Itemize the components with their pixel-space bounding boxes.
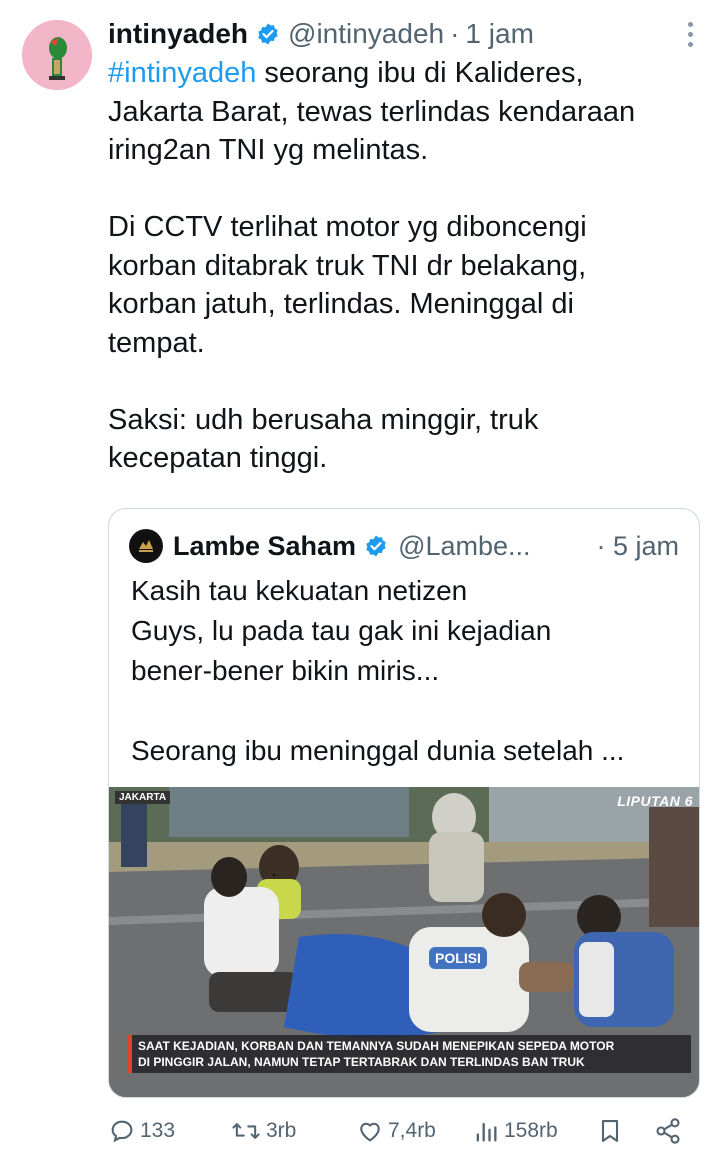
quote-author-name[interactable]: Lambe Saham xyxy=(173,531,356,562)
quote-line: Seorang ibu meninggal dunia setelah ... xyxy=(131,735,625,766)
reply-count: 133 xyxy=(140,1119,176,1142)
quote-line: bener-bener bikin miris... xyxy=(131,655,440,686)
channel-logo: LIPUTAN 6 xyxy=(617,793,693,809)
tweet-line: Jakarta Barat, tewas terlindas kendaraan xyxy=(108,95,636,128)
tweet-header: intinyadeh @intinyadeh · 1 jam xyxy=(108,14,680,54)
tweet-line: #intinyadeh seorang ibu di Kalideres, xyxy=(108,54,708,93)
quote-media-image[interactable]: POLISI JAKARTA LIPUTAN 6 SAAT KEJADIAN, … xyxy=(109,787,699,1097)
bookmark-icon xyxy=(601,1120,619,1142)
tweet-line: Saksi: udh berusaha minggir, truk xyxy=(108,403,539,436)
quote-line: Guys, lu pada tau gak ini kejadian xyxy=(131,615,552,646)
caption-line: SAAT KEJADIAN, KORBAN DAN TEMANNYA SUDAH… xyxy=(138,1039,615,1053)
news-caption: SAAT KEJADIAN, KORBAN DAN TEMANNYA SUDAH… xyxy=(127,1035,691,1073)
tweet-line: iring2an TNI yg melintas. xyxy=(108,134,429,166)
quote-body: Kasih tau kekuatan netizen Guys, lu pada… xyxy=(131,571,691,771)
separator-dot: · xyxy=(596,530,606,561)
action-bar: 133 3rb 7,4rb 158rb xyxy=(108,1112,698,1150)
verified-badge-icon xyxy=(258,23,278,45)
share-icon xyxy=(656,1118,680,1144)
quote-time: · 5 jam xyxy=(596,531,679,562)
retweet-icon xyxy=(232,1123,260,1139)
tweet-line-text: seorang ibu di Kalideres, xyxy=(256,57,584,89)
tweet-line: korban jatuh, terlindas. Meninggal di xyxy=(108,288,574,320)
like-icon xyxy=(360,1122,380,1142)
quote-author-handle[interactable]: @Lambe... xyxy=(398,531,530,562)
quote-line: Kasih tau kekuatan netizen xyxy=(131,575,468,606)
hashtag-link[interactable]: #intinyadeh xyxy=(108,57,256,89)
quote-avatar[interactable] xyxy=(129,529,163,563)
quote-tweet-card[interactable]: Lambe Saham @Lambe... · 5 jam Kasih tau … xyxy=(108,508,700,1098)
caption-line: DI PINGGIR JALAN, NAMUN TETAP TERTABRAK … xyxy=(138,1055,585,1069)
separator-dot: · xyxy=(450,18,460,49)
tweet-time[interactable]: 1 jam xyxy=(465,18,533,50)
vest-label: POLISI xyxy=(435,950,481,966)
more-icon[interactable] xyxy=(688,22,694,47)
tweet-body: #intinyadeh seorang ibu di Kalideres, Ja… xyxy=(108,54,708,478)
retweet-button[interactable]: 3rb xyxy=(230,1117,296,1145)
reply-icon xyxy=(111,1120,133,1143)
retweet-count: 3rb xyxy=(266,1119,297,1142)
views-icon xyxy=(476,1122,497,1142)
tweet-line: tempat. xyxy=(108,326,205,359)
author-handle[interactable]: @intinyadeh xyxy=(288,18,444,50)
location-tag: JAKARTA xyxy=(115,791,171,804)
avatar-image xyxy=(22,20,92,90)
bookmark-button[interactable] xyxy=(596,1117,624,1145)
tweet-line: kecepatan tinggi. xyxy=(108,442,328,474)
quote-header: Lambe Saham @Lambe... · 5 jam xyxy=(129,527,679,565)
views-button[interactable]: 158rb xyxy=(472,1117,558,1145)
tweet-line: Di CCTV terlihat motor yg diboncengi xyxy=(108,211,587,243)
quote-time-text: 5 jam xyxy=(612,530,679,561)
views-count: 158rb xyxy=(504,1119,558,1142)
author-name[interactable]: intinyadeh xyxy=(108,18,248,50)
author-avatar[interactable] xyxy=(22,20,92,90)
share-button[interactable] xyxy=(654,1117,682,1145)
quote-avatar-logo xyxy=(139,540,153,552)
like-count: 7,4rb xyxy=(388,1119,436,1142)
verified-badge-icon xyxy=(366,535,386,557)
tweet-line: korban ditabrak truk TNI dr belakang, xyxy=(108,249,587,282)
like-button[interactable]: 7,4rb xyxy=(356,1117,436,1145)
reply-button[interactable]: 133 xyxy=(108,1117,175,1145)
